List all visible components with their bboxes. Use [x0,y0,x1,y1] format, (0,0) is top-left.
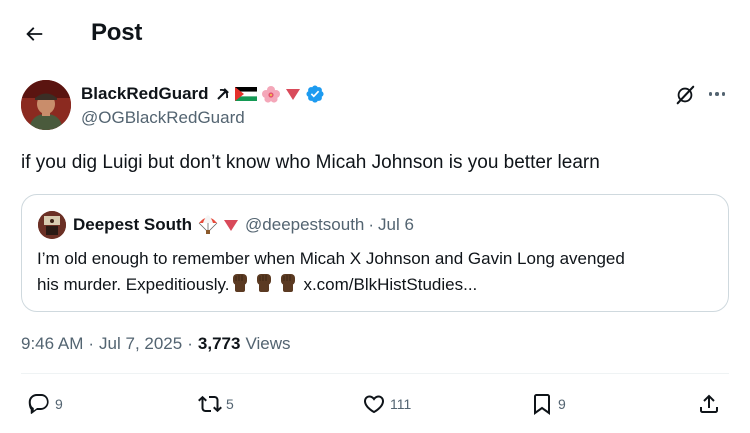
avatar[interactable] [21,80,71,130]
back-button[interactable] [18,18,50,50]
repost-icon [198,395,222,413]
raised-fist-icon [233,274,248,292]
raised-fist-icon [281,274,296,292]
palestine-flag-icon [234,87,257,101]
reply-button[interactable]: 9 [27,392,63,416]
like-button[interactable]: 111 [362,392,411,416]
back-arrow-icon [26,27,43,41]
reply-icon [28,394,49,414]
quoted-text: I’m old enough to remember when Micah X … [37,247,717,297]
hibiscus-icon [261,86,280,103]
quoted-post[interactable]: Deepest South @deepestsouth · Jul 6 I’m … [21,194,729,312]
grok-icon[interactable] [674,84,696,106]
share-icon [700,394,718,413]
bookmark-icon [534,394,550,415]
separator-dot: · [88,334,95,353]
raised-fist-icon [257,274,272,292]
views-count: 3,773 [197,334,241,353]
reply-count: 9 [55,396,63,412]
divider [21,373,729,374]
more-icon[interactable] [705,84,729,104]
bookmark-button[interactable]: 9 [530,392,566,416]
post-date[interactable]: Jul 7, 2025 [99,334,182,354]
quoted-date[interactable]: Jul 6 [378,215,414,235]
like-count: 111 [390,396,412,412]
name-emojis [215,84,325,104]
red-triangle-icon [224,220,239,231]
quoted-handle[interactable]: @deepestsouth [245,215,364,235]
quoted-text-line1: I’m old enough to remember when Micah X … [37,249,625,268]
views-label: Views [245,334,291,353]
red-triangle-icon [285,89,300,100]
repost-count: 5 [226,396,234,412]
author-name[interactable]: BlackRedGuard [81,84,209,104]
repost-button[interactable]: 5 [198,392,234,416]
bookmark-count: 9 [558,396,566,412]
post-time[interactable]: 9:46 AM [21,334,83,354]
hammer-sickle-icon [216,88,229,100]
raised-fists [229,271,299,293]
like-icon [363,395,385,414]
quoted-link[interactable]: x.com/BlkHistStudies... [303,275,477,294]
quoted-text-line2: his murder. Expeditiously. [37,275,230,294]
separator-dot: · [187,334,193,353]
verified-badge-icon[interactable] [305,84,325,104]
share-button[interactable] [697,392,721,416]
header: Post [0,0,750,66]
quoted-author-name[interactable]: Deepest South [73,215,192,235]
parachute-icon [198,215,218,234]
author-handle[interactable]: @OGBlackRedGuard [81,108,245,128]
quoted-avatar[interactable] [38,211,66,239]
quoted-header: Deepest South @deepestsouth · Jul 6 [73,213,414,237]
page-title: Post [91,19,143,46]
post-text: if you dig Luigi but don’t know who Mica… [21,152,600,173]
separator-dot: · [368,215,375,234]
action-bar: 9 5 111 9 [0,390,750,424]
post-metadata: 9:46 AM · Jul 7, 2025 · 3,773 Views [21,333,291,355]
author-row: BlackRedGuard [81,82,325,106]
